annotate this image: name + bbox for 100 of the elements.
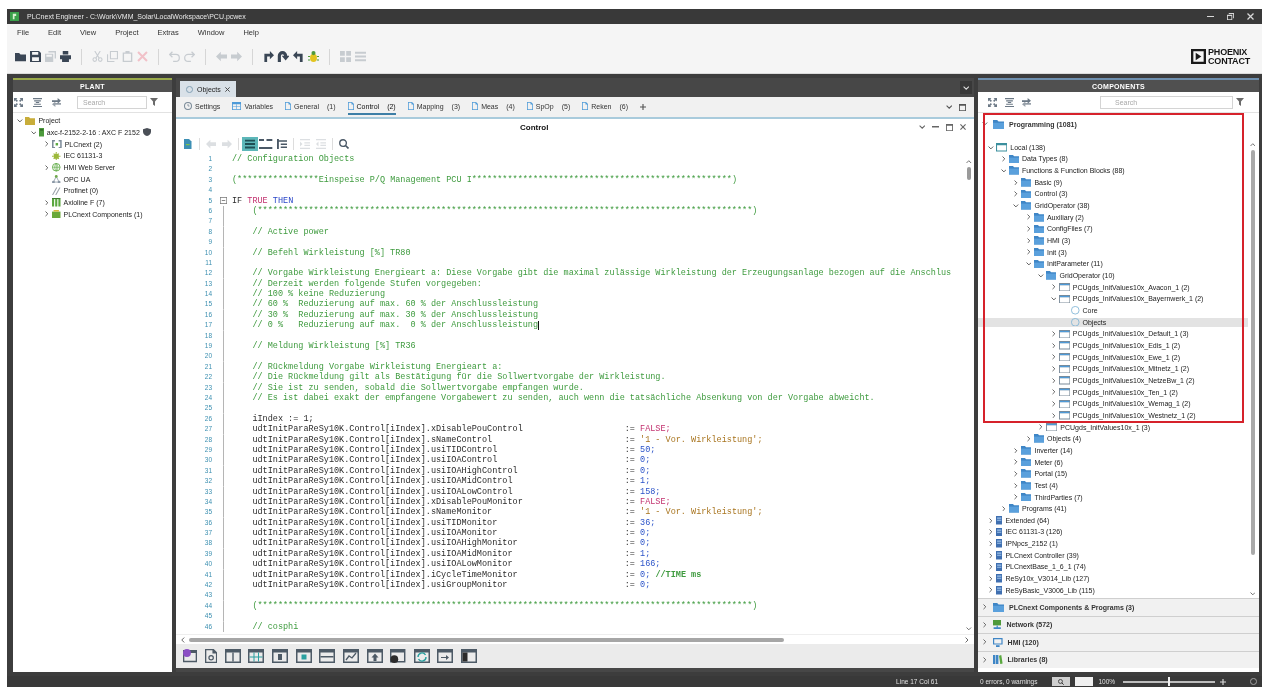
chevron-right-icon[interactable] (1051, 400, 1056, 407)
chevron-right-icon[interactable] (1051, 331, 1056, 337)
chevron-right-icon[interactable] (989, 529, 993, 535)
chevron-right-icon[interactable] (983, 621, 987, 628)
scrollbar-thumb[interactable] (188, 637, 784, 642)
chevron-right-icon[interactable] (983, 656, 987, 663)
chevron-down-icon[interactable] (30, 130, 37, 135)
chevron-right-icon[interactable] (45, 164, 49, 171)
chevron-right-icon[interactable] (989, 552, 993, 559)
chevron-right-icon[interactable] (989, 540, 993, 547)
chevron-right-icon[interactable] (1026, 249, 1031, 256)
slider-thumb[interactable] (1168, 677, 1171, 686)
chevron-right-icon[interactable] (983, 639, 987, 646)
chevron-right-icon[interactable] (989, 564, 993, 570)
document-icon[interactable] (184, 138, 192, 149)
printer-icon[interactable] (59, 51, 71, 62)
grid-window-icon[interactable] (248, 649, 265, 663)
hook-arrow-icon[interactable] (292, 51, 304, 62)
square-window-icon[interactable] (295, 649, 312, 663)
swap-arrows-icon[interactable] (1022, 97, 1031, 107)
chevron-right-icon[interactable] (1051, 284, 1056, 290)
chevron-right-icon[interactable] (1014, 482, 1018, 489)
chevron-right-icon[interactable] (1051, 412, 1056, 419)
maximize-icon[interactable] (946, 123, 953, 131)
chevron-right-icon[interactable] (1014, 447, 1018, 454)
scrollbar-thumb[interactable] (967, 166, 971, 180)
panel-window-icon[interactable] (460, 649, 477, 663)
chevron-right-icon[interactable] (1014, 494, 1018, 500)
plus-icon[interactable] (640, 104, 647, 110)
chevron-right-icon[interactable] (45, 211, 49, 217)
plus-icon[interactable] (1220, 678, 1227, 685)
chevron-right-icon[interactable] (1026, 214, 1031, 221)
arrow-window-icon[interactable] (437, 649, 454, 663)
chevron-down-icon[interactable] (918, 125, 925, 129)
chevron-right-icon[interactable] (1026, 237, 1031, 244)
chevron-down-icon[interactable] (966, 626, 972, 630)
column-window-icon[interactable] (272, 649, 288, 663)
chevron-right-icon[interactable] (1039, 424, 1043, 430)
chevron-right-icon[interactable] (1051, 366, 1056, 372)
chevron-right-icon[interactable] (1001, 505, 1006, 512)
chevron-down-icon[interactable] (17, 119, 23, 123)
chevron-down-icon[interactable] (982, 122, 988, 126)
chart-window-icon[interactable] (343, 649, 360, 663)
minimize-icon[interactable] (1207, 15, 1214, 18)
chevron-down-icon[interactable] (1249, 591, 1256, 595)
chevron-down-icon[interactable] (1025, 262, 1032, 266)
chevron-right-icon[interactable] (1014, 470, 1018, 477)
dot-badge-window-icon[interactable] (183, 649, 197, 663)
chevron-right-icon[interactable] (989, 587, 993, 594)
refresh-window-icon[interactable] (413, 649, 430, 663)
folder-icon[interactable] (14, 51, 26, 62)
chevron-right-icon[interactable] (983, 604, 987, 611)
chevron-right-icon[interactable] (45, 141, 49, 147)
arrow-window-icon[interactable] (366, 649, 383, 663)
collapse-icon[interactable] (33, 97, 42, 107)
chevron-down-icon[interactable] (988, 145, 994, 150)
filter-icon[interactable] (150, 98, 158, 106)
chevron-right-icon[interactable] (1026, 226, 1031, 232)
chevron-right-icon[interactable] (1051, 377, 1056, 384)
chevron-right-icon[interactable] (1051, 342, 1056, 349)
restore-icon[interactable] (1227, 13, 1234, 20)
maximize-icon[interactable] (959, 103, 966, 111)
chevron-right-icon[interactable] (989, 575, 993, 582)
chevron-right-icon[interactable] (965, 636, 969, 643)
expand-icon[interactable] (988, 97, 997, 107)
close-icon[interactable] (224, 86, 230, 92)
split-window-icon[interactable] (224, 649, 241, 663)
chevron-down-icon[interactable] (1000, 168, 1007, 173)
collapse-icon[interactable] (1005, 97, 1014, 107)
chevron-right-icon[interactable] (989, 517, 993, 524)
bar-window-icon[interactable] (319, 649, 336, 663)
chevron-right-icon[interactable] (1014, 191, 1018, 197)
chevron-down-icon[interactable] (1038, 273, 1044, 278)
minus-box-icon[interactable] (219, 197, 227, 205)
scrollbar-thumb[interactable] (1250, 149, 1255, 555)
chevron-right-icon[interactable] (45, 199, 49, 206)
chevron-down-icon[interactable] (1050, 297, 1057, 301)
disc-window-icon[interactable] (390, 649, 406, 663)
chevron-right-icon[interactable] (1014, 179, 1018, 186)
chevron-right-icon[interactable] (1051, 354, 1056, 360)
chevron-up-icon[interactable] (966, 160, 972, 164)
curved-arrow-icon[interactable] (276, 51, 290, 62)
hook-arrow-icon[interactable] (262, 51, 274, 62)
chevron-right-icon[interactable] (1014, 459, 1018, 465)
search-icon[interactable] (1058, 678, 1065, 685)
chevron-down-icon[interactable] (1013, 203, 1019, 208)
chevron-left-icon[interactable] (181, 636, 185, 643)
swap-arrows-icon[interactable] (52, 97, 61, 107)
chevron-down-icon[interactable] (945, 105, 952, 109)
search-document-icon[interactable] (204, 649, 217, 663)
search-button[interactable] (1052, 677, 1071, 686)
toggle-button[interactable] (1075, 677, 1094, 686)
expand-icon[interactable] (14, 97, 23, 107)
filter-icon[interactable] (1236, 98, 1244, 106)
chevron-up-icon[interactable] (1249, 143, 1256, 147)
chevron-right-icon[interactable] (1026, 435, 1031, 442)
close-icon[interactable] (960, 124, 966, 130)
circle-icon[interactable] (1250, 678, 1257, 685)
chevron-right-icon[interactable] (1001, 156, 1006, 162)
chevron-right-icon[interactable] (1051, 389, 1056, 395)
